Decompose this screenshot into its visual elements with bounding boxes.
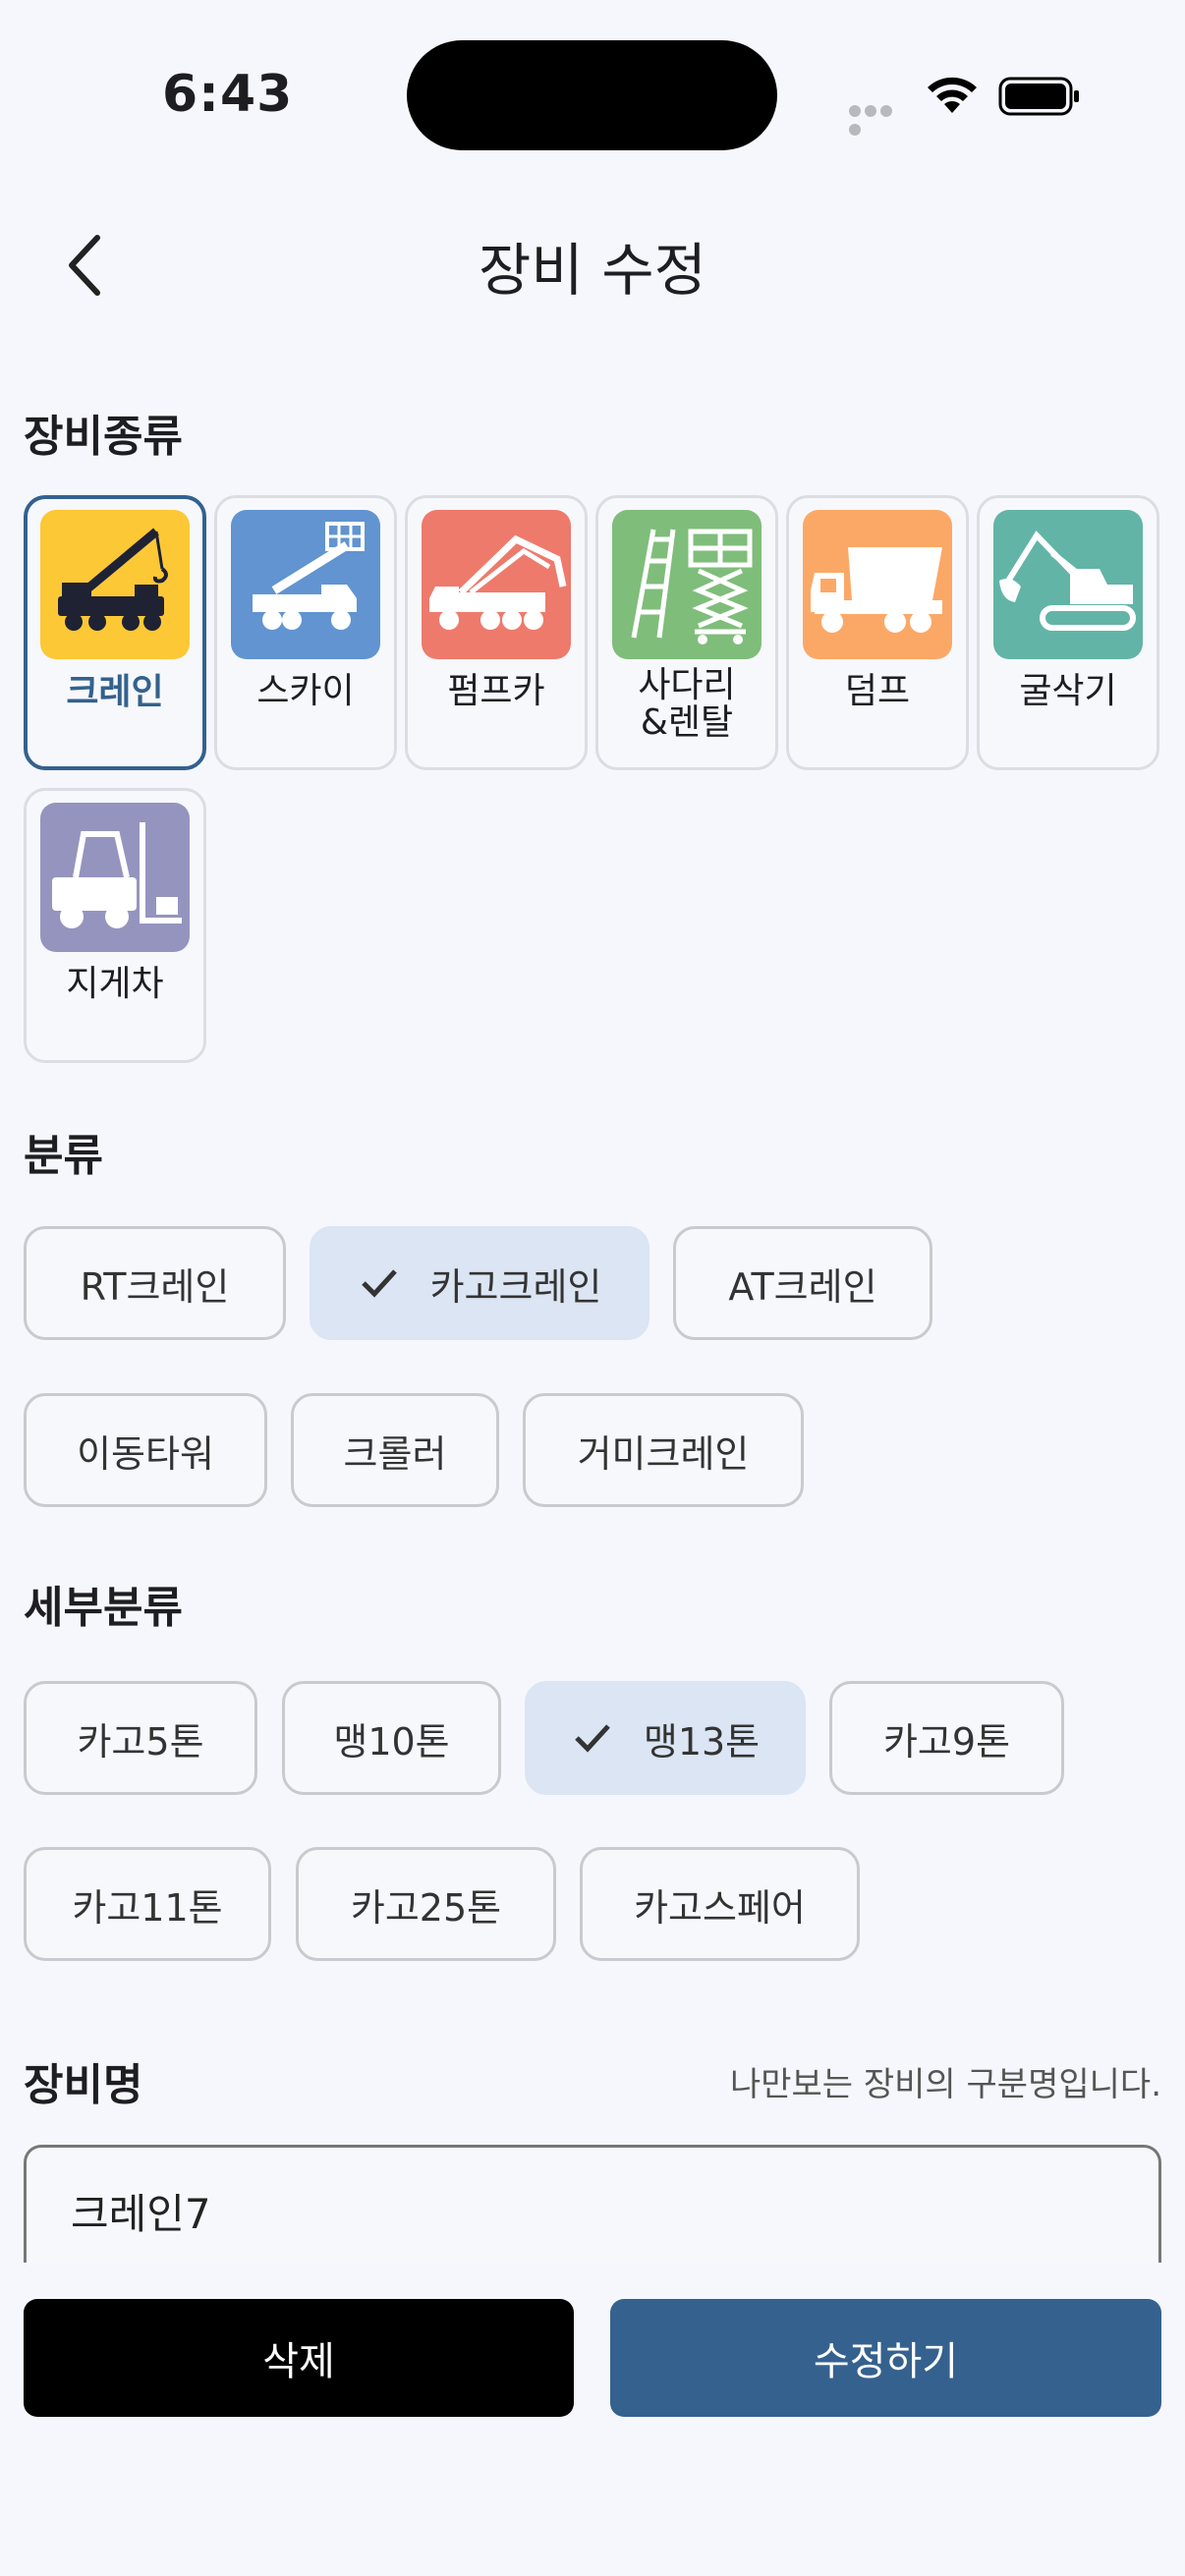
crane-icon [40,510,190,659]
category-chip-spider-crane[interactable]: 거미크레인 [523,1393,804,1507]
check-icon [361,1269,397,1298]
subcategory-chip-cargo-spare[interactable]: 카고스페어 [580,1847,860,1961]
equipment-type-label-text: 사다리 &렌탈 [638,665,736,743]
subcategory-chip-cargo-5t[interactable]: 카고5톤 [24,1681,257,1795]
dump-truck-icon [803,510,952,659]
sky-lift-truck-icon [231,510,380,659]
equipment-type-pump-car[interactable]: 펌프카 [405,495,588,770]
wifi-icon [928,77,977,113]
equipment-type-label-text: 스카이 [256,671,355,711]
equipment-type-label-text: 덤프 [844,671,911,711]
category-chip-rt-crane[interactable]: RT크레인 [24,1226,286,1340]
subcategory-chip-cargo-25t[interactable]: 카고25톤 [296,1847,556,1961]
category-chip-crawler[interactable]: 크롤러 [291,1393,499,1507]
equipment-type-excavator[interactable]: 굴삭기 [977,495,1159,770]
battery-icon [998,77,1079,116]
subcategory-chip-13t[interactable]: 맹13톤 [525,1681,806,1795]
equipment-type-label-text: 지게차 [66,964,164,1004]
equipment-name-input[interactable] [71,2187,1053,2235]
page-title: 장비 수정 [479,237,706,304]
equipment-type-dump[interactable]: 덤프 [786,495,969,770]
delete-button[interactable]: 삭제 [24,2299,574,2417]
ladder-scissor-lift-icon [612,510,762,659]
forklift-icon [40,803,190,952]
equipment-type-sky[interactable]: 스카이 [214,495,397,770]
category-chip-at-crane[interactable]: AT크레인 [673,1226,932,1340]
save-button[interactable]: 수정하기 [610,2299,1161,2417]
subcategory-chip-cargo-9t[interactable]: 카고9톤 [829,1681,1064,1795]
subcategory-chip-cargo-11t[interactable]: 카고11톤 [24,1847,271,1961]
equipment-type-crane[interactable]: 크레인 [24,495,206,770]
equipment-type-ladder-rental[interactable]: 사다리 &렌탈 [595,495,778,770]
category-chip-mobile-tower[interactable]: 이동타워 [24,1393,267,1507]
cellular-signal-icon [849,102,910,136]
equipment-name-field[interactable] [24,2145,1161,2263]
equipment-type-forklift[interactable]: 지게차 [24,788,206,1063]
dynamic-island [407,40,777,150]
equipment-type-label-text: 크레인 [66,672,164,712]
equipment-name-label: 장비명 [24,2060,143,2110]
category-chip-cargo-crane[interactable]: 카고크레인 [310,1226,649,1340]
subcategory-label: 세부분류 [24,1583,183,1633]
equipment-type-label-text: 펌프카 [447,671,545,711]
pump-truck-icon [422,510,571,659]
check-icon [575,1724,610,1753]
equipment-type-label-text: 굴삭기 [1019,671,1117,711]
equipment-name-hint: 나만보는 장비의 구분명입니다. [729,2065,1161,2104]
category-label: 분류 [24,1131,103,1181]
equipment-type-label: 장비종류 [24,412,183,462]
excavator-icon [993,510,1143,659]
status-time: 6:43 [162,65,294,124]
subcategory-chip-10t[interactable]: 맹10톤 [282,1681,501,1795]
